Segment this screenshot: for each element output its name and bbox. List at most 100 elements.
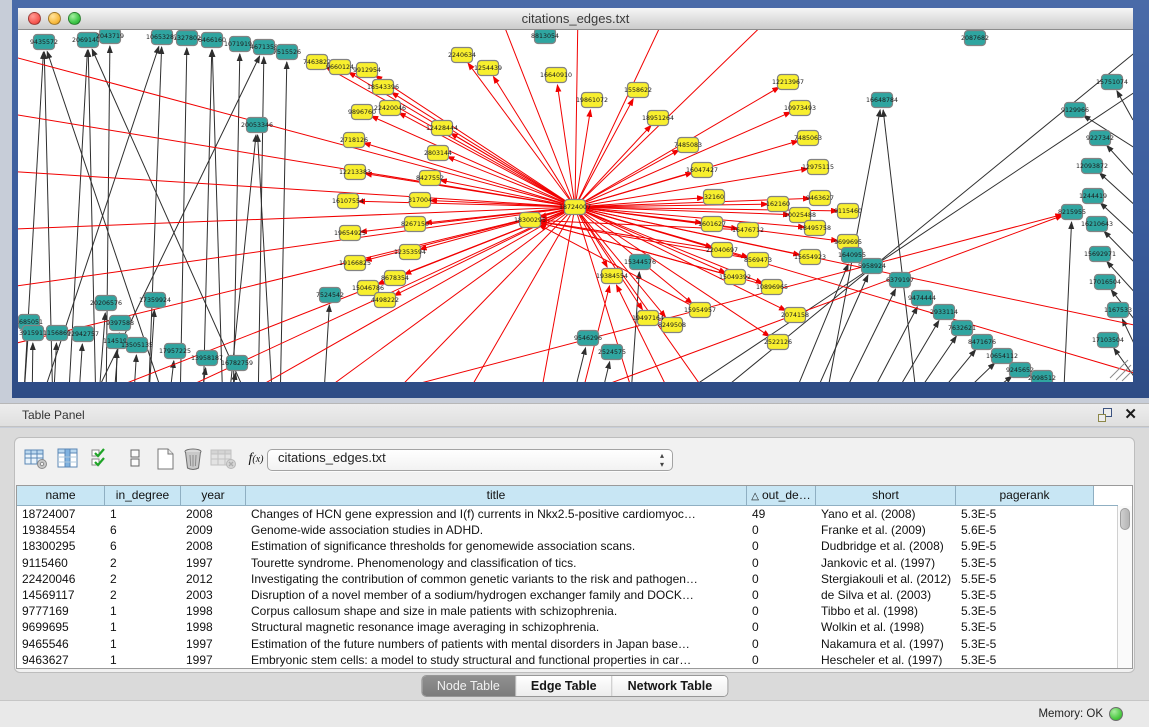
graph-node[interactable]: 17016504 (1089, 275, 1121, 290)
delete-rows-icon[interactable] (181, 447, 207, 471)
graph-node[interactable]: 17103504 (1092, 333, 1124, 348)
graph-node[interactable]: 32160 (704, 190, 725, 205)
graph-node[interactable]: 12428444 (426, 121, 458, 136)
graph-node[interactable]: 9129966 (1061, 103, 1089, 118)
new-table-icon[interactable] (153, 447, 179, 471)
graph-node[interactable]: 5958924 (858, 259, 886, 274)
table-row[interactable]: 969969511998Structural magnetic resonanc… (17, 619, 1132, 635)
memory-status-indicator[interactable] (1109, 707, 1123, 721)
graph-node[interactable]: 2098512 (1028, 371, 1056, 383)
graph-node[interactable]: 17957225 (159, 344, 191, 359)
graph-node[interactable]: 8267150 (401, 217, 429, 232)
table-row[interactable]: 1456911722003Disruption of a novel membe… (17, 587, 1132, 603)
graph-node[interactable]: 162160 (766, 197, 790, 212)
graph-node[interactable]: 2043719 (96, 30, 124, 44)
network-graph[interactable]: 1872400727181261221338316107554196549251… (18, 30, 1133, 382)
graph-node[interactable]: 6379197 (886, 273, 914, 288)
tab-node-table[interactable]: Node Table (422, 676, 516, 696)
graph-node[interactable]: 8569473 (744, 253, 772, 268)
select-rows-icon[interactable] (89, 447, 115, 471)
graph-node[interactable]: 18951264 (642, 111, 674, 126)
column-header-title[interactable]: title (246, 486, 747, 506)
column-header-pagerank[interactable]: pagerank (956, 486, 1094, 506)
network-window-titlebar[interactable]: citations_edges.txt (18, 8, 1133, 30)
graph-node[interactable]: 8427552 (416, 171, 444, 186)
graph-node[interactable]: 16648784 (866, 93, 898, 108)
graph-node[interactable]: 8813054 (531, 30, 559, 44)
graph-node[interactable]: 4498222 (371, 293, 399, 308)
network-canvas[interactable]: 1872400727181261221338316107554196549251… (18, 30, 1133, 382)
table-row[interactable]: 946554611997Estimation of the future num… (17, 636, 1132, 652)
graph-node[interactable]: 10896965 (756, 280, 788, 295)
graph-node[interactable]: 2718126 (340, 133, 368, 148)
delete-table-icon[interactable] (209, 447, 235, 471)
graph-node[interactable]: 19654925 (334, 226, 366, 241)
graph-node[interactable]: 13958187 (191, 351, 223, 366)
zoom-window-button[interactable] (68, 12, 81, 25)
graph-node[interactable]: 19861072 (576, 93, 608, 108)
graph-node[interactable]: 317004 (408, 193, 432, 208)
table-row[interactable]: 2242004622012Investigating the contribut… (17, 571, 1132, 587)
graph-node[interactable]: 22420046 (374, 101, 406, 116)
merge-rows-icon[interactable] (123, 447, 149, 471)
graph-node[interactable]: 2240634 (448, 48, 476, 63)
graph-node[interactable]: 19384554 (596, 269, 628, 284)
graph-node[interactable]: 8215955 (1058, 205, 1086, 220)
graph-node[interactable]: 16782759 (221, 356, 253, 371)
graph-node[interactable]: 9474444 (908, 291, 936, 306)
graph-node[interactable]: 7485063 (794, 131, 822, 146)
table-options-icon[interactable] (23, 447, 49, 471)
graph-node[interactable]: 2524575 (598, 345, 626, 360)
graph-node[interactable]: 9912954 (353, 63, 381, 78)
graph-node[interactable]: 9227342 (1086, 131, 1114, 146)
close-panel-icon[interactable]: ✕ (1124, 408, 1137, 422)
graph-node[interactable]: 7632621 (948, 321, 976, 336)
graph-node[interactable]: 20206576 (90, 296, 122, 311)
graph-node[interactable]: 1601627 (698, 217, 726, 232)
table-row[interactable]: 1830029562008Estimation of significance … (17, 538, 1132, 554)
graph-node[interactable]: 15654923 (794, 250, 826, 265)
graph-node[interactable]: 12093872 (1076, 159, 1108, 174)
column-header-year[interactable]: year (181, 486, 246, 506)
graph-node[interactable]: 7485083 (674, 138, 702, 153)
graph-node[interactable]: 16047427 (686, 163, 718, 178)
column-edit-icon[interactable] (55, 447, 81, 471)
graph-node[interactable]: 15751074 (1096, 75, 1128, 90)
graph-node[interactable]: 2074158 (781, 308, 809, 323)
graph-node[interactable]: 12353594 (394, 245, 426, 260)
table-row[interactable]: 1872400712008Changes of HCN gene express… (17, 506, 1132, 522)
graph-node[interactable]: 12975115 (802, 160, 834, 175)
graph-node[interactable]: 1254439 (474, 61, 502, 76)
column-header-short[interactable]: short (816, 486, 956, 506)
graph-node[interactable]: 9397588 (106, 316, 134, 331)
graph-node[interactable]: 15344576 (624, 255, 656, 270)
graph-node[interactable]: 12213383 (339, 165, 371, 180)
graph-node[interactable]: 10654112 (986, 349, 1018, 364)
table-row[interactable]: 977716911998Corpus callosum shape and si… (17, 603, 1132, 619)
graph-node[interactable]: 2087682 (961, 31, 989, 46)
graph-node[interactable]: 9115460 (834, 204, 862, 219)
graph-node[interactable]: 1244419 (1079, 189, 1107, 204)
graph-node[interactable]: 12213967 (772, 75, 804, 90)
column-header-name[interactable]: name (17, 486, 105, 506)
table-row[interactable]: 946362711997Embryonic stem cells: a mode… (17, 652, 1132, 668)
float-panel-icon[interactable] (1098, 408, 1112, 422)
graph-node[interactable]: 16476712 (732, 223, 764, 238)
graph-node[interactable]: 16210643 (1081, 217, 1113, 232)
column-header-outde[interactable]: △out_de… (747, 486, 816, 506)
function-builder-icon[interactable]: f(x) (243, 447, 269, 471)
graph-node[interactable]: 2933114 (930, 305, 958, 320)
graph-node[interactable]: 2522126 (764, 335, 792, 350)
graph-node[interactable]: 9435572 (30, 35, 58, 50)
minimize-window-button[interactable] (48, 12, 61, 25)
graph-node[interactable]: 9896760 (348, 105, 376, 120)
graph-node[interactable]: 15692971 (1084, 247, 1116, 262)
table-row[interactable]: 911546021997Tourette syndrome. Phenomeno… (17, 555, 1132, 571)
graph-node[interactable]: 9546296 (574, 331, 602, 346)
graph-node[interactable]: 6466160 (198, 33, 226, 48)
table-selector-dropdown[interactable]: citations_edges.txt ▴▾ (267, 449, 673, 471)
graph-node[interactable]: 7515526 (273, 45, 301, 60)
tab-network-table[interactable]: Network Table (613, 676, 728, 696)
graph-node[interactable]: 1327802 (173, 31, 201, 46)
column-header-indegree[interactable]: in_degree (105, 486, 181, 506)
